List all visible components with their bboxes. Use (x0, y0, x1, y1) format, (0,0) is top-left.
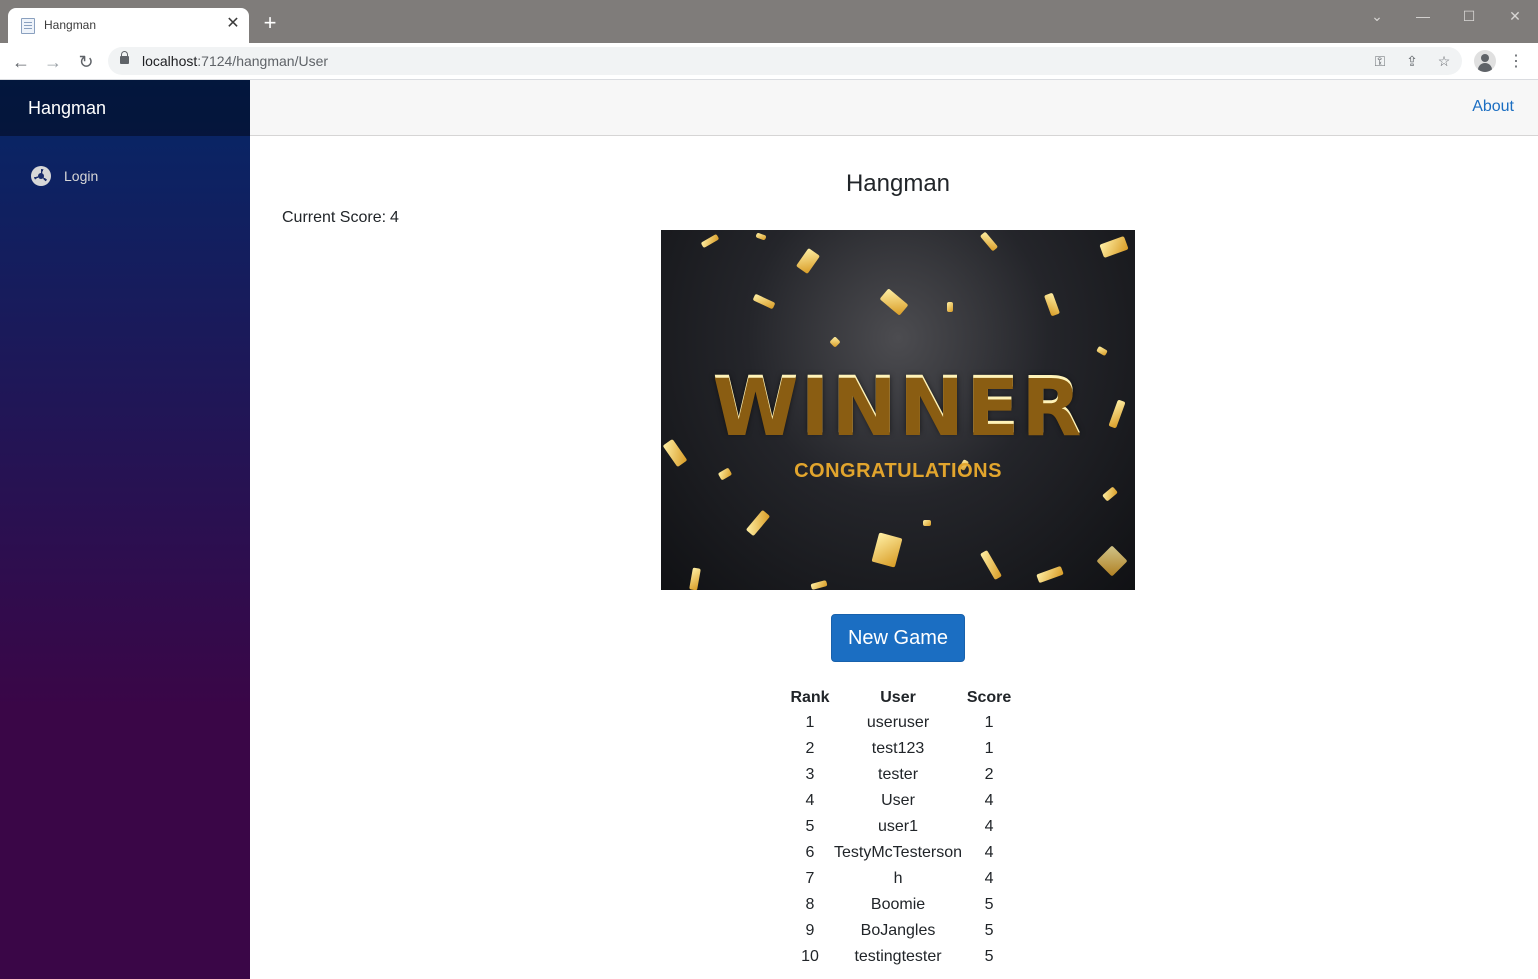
table-row: 9 BoJangles 5 (786, 918, 1016, 944)
page-favicon-icon (21, 18, 35, 34)
about-link[interactable]: About (1472, 98, 1514, 116)
browser-tab[interactable]: Hangman ✕ (8, 8, 249, 43)
tab-title: Hangman (44, 18, 97, 32)
tab-close-icon[interactable]: ✕ (224, 14, 242, 34)
rank-cell: 2 (805, 740, 815, 757)
table-row: 3 tester 2 (786, 762, 1016, 788)
new-tab-icon[interactable]: + (259, 12, 281, 34)
congratulations-subline: CONGRATULATIONS (794, 460, 1002, 482)
score-cell: 1 (984, 740, 994, 757)
score-cell: 4 (984, 818, 994, 835)
table-header-row: Rank User Score (786, 686, 1016, 710)
rank-cell: 7 (805, 870, 815, 887)
star-icon[interactable]: ☆ (1434, 51, 1454, 71)
key-icon[interactable]: ⚿ (1370, 51, 1390, 71)
rank-cell: 6 (805, 844, 815, 861)
current-score: Current Score: 4 (282, 209, 399, 227)
lock-icon (120, 51, 129, 64)
new-game-button[interactable]: New Game (831, 614, 965, 662)
minimize-icon[interactable]: — (1408, 6, 1438, 26)
address-bar[interactable]: localhost:7124/hangman/User ⚿ ⇪ ☆ (108, 47, 1462, 75)
score-value: 4 (390, 209, 399, 226)
profile-avatar-icon[interactable] (1474, 50, 1496, 72)
rank-cell: 5 (805, 818, 815, 835)
user-cell: useruser (866, 714, 930, 731)
share-icon[interactable]: ⇪ (1402, 51, 1422, 71)
login-icon (31, 166, 51, 186)
browser-tabstrip: Hangman ✕ + ⌄ — ☐ ✕ (0, 0, 1538, 43)
winner-headline: WINNER (661, 362, 1135, 452)
score-cell: 1 (984, 714, 994, 731)
leaderboard-table: Rank User Score 1 useruser 1 2 test123 1… (786, 686, 1016, 970)
sidebar-item-label: Login (64, 168, 99, 184)
user-cell: Boomie (870, 896, 926, 913)
score-cell: 5 (984, 922, 994, 939)
tab-search-icon[interactable]: ⌄ (1362, 6, 1392, 26)
sidebar: Hangman Login (0, 80, 250, 979)
score-cell: 4 (984, 870, 994, 887)
rank-cell: 4 (805, 792, 815, 809)
user-cell: h (893, 870, 903, 887)
score-label: Current Score: (282, 209, 387, 226)
score-cell: 5 (984, 896, 994, 913)
table-row: 5 user1 4 (786, 814, 1016, 840)
table-row: 10 testingtester 5 (786, 944, 1016, 970)
table-row: 1 useruser 1 (786, 710, 1016, 736)
table-row: 2 test123 1 (786, 736, 1016, 762)
table-row: 4 User 4 (786, 788, 1016, 814)
score-cell: 4 (984, 844, 994, 861)
brand-link[interactable]: Hangman (28, 98, 106, 119)
sidebar-item-login[interactable]: Login (0, 160, 250, 192)
table-row: 7 h 4 (786, 866, 1016, 892)
forward-arrow-icon[interactable]: → (41, 50, 65, 74)
user-cell: test123 (871, 740, 925, 757)
rank-cell: 1 (805, 714, 815, 731)
user-cell: BoJangles (860, 922, 936, 939)
score-cell: 2 (984, 766, 994, 783)
page-title: Hangman (845, 170, 951, 197)
table-row: 8 Boomie 5 (786, 892, 1016, 918)
user-cell: user1 (878, 818, 919, 835)
user-cell: tester (878, 766, 919, 783)
window-close-icon[interactable]: ✕ (1500, 6, 1530, 26)
back-arrow-icon[interactable]: ← (9, 50, 33, 74)
rank-cell: 9 (805, 922, 815, 939)
header-rank: Rank (790, 689, 830, 706)
maximize-icon[interactable]: ☐ (1454, 6, 1484, 26)
user-cell: testingtester (854, 948, 942, 965)
sidebar-brand-bar: Hangman (0, 80, 250, 136)
score-cell: 4 (984, 792, 994, 809)
reload-icon[interactable]: ↻ (74, 50, 98, 74)
header-user: User (880, 689, 916, 706)
table-row: 6 TestyMcTesterson 4 (786, 840, 1016, 866)
top-row: About (250, 80, 1538, 136)
rank-cell: 10 (801, 948, 819, 965)
rank-cell: 8 (805, 896, 815, 913)
url-text: localhost:7124/hangman/User (142, 53, 329, 69)
user-cell: User (881, 792, 915, 809)
browser-toolbar: ← → ↻ localhost:7124/hangman/User ⚿ ⇪ ☆ … (0, 43, 1538, 80)
header-score: Score (966, 689, 1012, 706)
user-cell: TestyMcTesterson (834, 844, 963, 861)
more-menu-icon[interactable]: ⋮ (1506, 50, 1526, 74)
winner-image: WINNER CONGRATULATIONS (661, 230, 1135, 590)
score-cell: 5 (984, 948, 994, 965)
rank-cell: 3 (805, 766, 815, 783)
